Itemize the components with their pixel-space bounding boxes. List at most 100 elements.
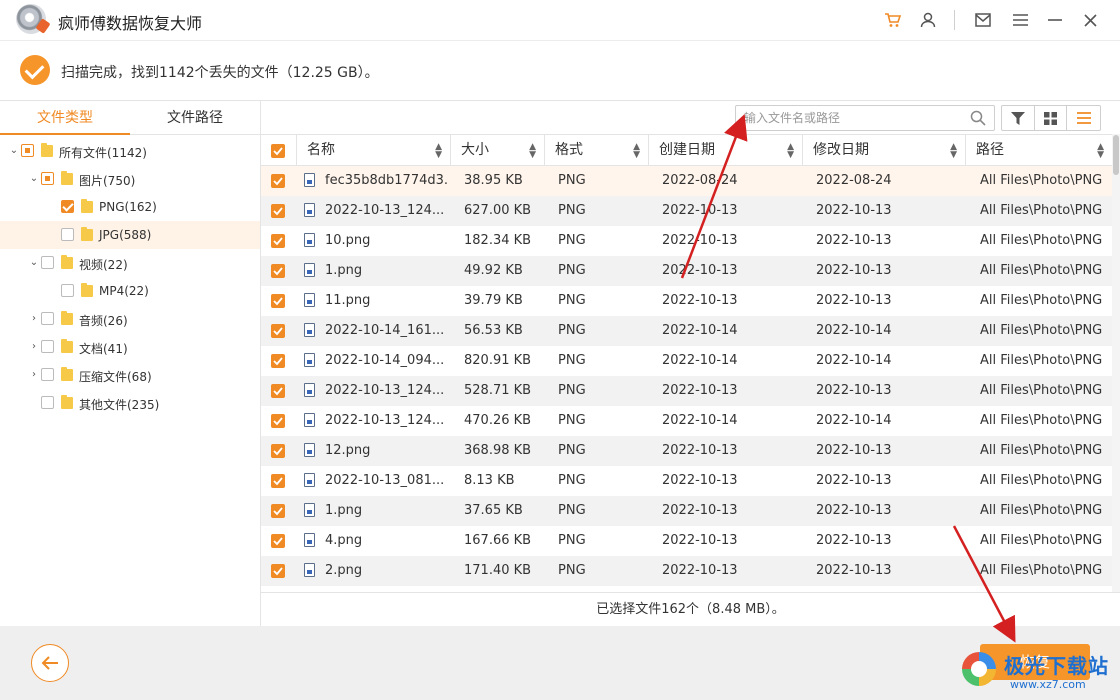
tree-item[interactable]: PNG(162) — [0, 193, 260, 221]
menu-icon[interactable] — [1010, 10, 1030, 30]
row-checkbox[interactable] — [271, 414, 285, 428]
tree-checkbox[interactable] — [41, 340, 54, 353]
chevron-down-icon[interactable]: ⌄ — [8, 145, 20, 157]
table-row[interactable]: 11.png 39.79 KB PNG 2022-10-13 2022-10-13 All… — [261, 286, 1112, 316]
tree-item[interactable]: 其他文件(235) — [0, 389, 260, 417]
table-row[interactable]: 2022-10-13_081... 8.13 KB PNG 2022-10-13 202… — [261, 466, 1112, 496]
cell-path: All Files\Photo\PNG — [980, 383, 1103, 398]
titlebar-divider — [954, 10, 955, 30]
column-header-size[interactable]: 大小 ▲ ▼ — [450, 135, 544, 166]
row-checkbox[interactable] — [271, 264, 285, 278]
table-row[interactable]: 10.png 182.34 KB PNG 2022-10-13 2022-10-13 Al… — [261, 226, 1112, 256]
search-icon[interactable] — [970, 110, 986, 130]
row-checkbox[interactable] — [271, 384, 285, 398]
user-icon[interactable] — [918, 10, 938, 30]
table-scrollbar-thumb[interactable] — [1113, 135, 1119, 175]
table-row[interactable]: 2.png 171.40 KB PNG 2022-10-13 2022-10-13 All… — [261, 556, 1112, 586]
column-header-created[interactable]: 创建日期 ▲ ▼ — [648, 135, 802, 166]
back-button[interactable] — [31, 644, 69, 682]
tree-item[interactable]: ⌄ 视频(22) — [0, 249, 260, 277]
cart-icon[interactable] — [883, 10, 903, 30]
row-checkbox[interactable] — [271, 474, 285, 488]
tree-checkbox[interactable] — [61, 284, 74, 297]
tree-checkbox[interactable] — [41, 172, 54, 185]
row-checkbox[interactable] — [271, 174, 285, 188]
table-row[interactable]: fec35b8db1774d3... 38.95 KB PNG 2022-08-24 2… — [261, 166, 1112, 196]
table-row[interactable]: 2022-10-14_094... 820.91 KB PNG 2022-10-14 2… — [261, 346, 1112, 376]
folder-icon — [81, 283, 93, 297]
tree-item-label: 音频(26) — [79, 314, 128, 328]
chevron-right-icon[interactable]: › — [28, 369, 40, 381]
row-checkbox[interactable] — [271, 204, 285, 218]
grid-view-icon[interactable] — [1035, 106, 1068, 130]
tree-item[interactable]: JPG(588) — [0, 221, 260, 249]
tree-checkbox[interactable] — [41, 396, 54, 409]
table-row[interactable]: 12.png 368.98 KB PNG 2022-10-13 2022-10-13 Al… — [261, 436, 1112, 466]
image-file-icon — [304, 443, 315, 457]
table-row[interactable]: 2022-10-13_124... 627.00 KB PNG 2022-10-13 2… — [261, 196, 1112, 226]
chevron-down-icon[interactable]: ⌄ — [28, 173, 40, 185]
image-file-icon — [304, 293, 315, 307]
tree-item[interactable]: MP4(22) — [0, 277, 260, 305]
cell-format: PNG — [558, 323, 586, 338]
cell-size: 37.65 KB — [464, 503, 523, 518]
chevron-right-icon[interactable]: › — [28, 341, 40, 353]
row-checkbox[interactable] — [271, 354, 285, 368]
row-checkbox[interactable] — [271, 444, 285, 458]
tree-item[interactable]: › 音频(26) — [0, 305, 260, 333]
tree-item[interactable]: › 文档(41) — [0, 333, 260, 361]
list-view-icon[interactable] — [1067, 106, 1100, 130]
cell-created-date: 2022-10-13 — [662, 263, 738, 278]
tree-item[interactable]: › 压缩文件(68) — [0, 361, 260, 389]
filter-icon[interactable] — [1002, 106, 1035, 130]
row-checkbox[interactable] — [271, 504, 285, 518]
cell-created-date: 2022-10-13 — [662, 563, 738, 578]
row-checkbox[interactable] — [271, 324, 285, 338]
table-row[interactable]: 1.png 37.65 KB PNG 2022-10-13 2022-10-13 All … — [261, 496, 1112, 526]
tree-checkbox[interactable] — [41, 368, 54, 381]
cell-name: 12.png — [325, 443, 371, 458]
selection-summary: 已选择文件162个（8.48 MB）。 — [261, 592, 1120, 626]
select-all-checkbox[interactable] — [271, 144, 285, 158]
close-icon[interactable] — [1080, 10, 1100, 30]
row-checkbox[interactable] — [271, 294, 285, 308]
table-scrollbar[interactable] — [1112, 134, 1120, 592]
column-header-modified[interactable]: 修改日期 ▲ ▼ — [802, 135, 965, 166]
tree-checkbox[interactable] — [61, 228, 74, 241]
row-checkbox[interactable] — [271, 534, 285, 548]
search-input[interactable] — [744, 109, 964, 127]
tree-checkbox[interactable] — [61, 200, 74, 213]
minimize-icon[interactable] — [1045, 10, 1065, 30]
table-row[interactable]: 2022-10-13_124... 528.71 KB PNG 2022-10-13 2… — [261, 376, 1112, 406]
row-checkbox[interactable] — [271, 234, 285, 248]
tree-item[interactable]: ⌄ 所有文件(1142) — [0, 137, 260, 165]
table-row[interactable]: 2022-10-14_161... 56.53 KB PNG 2022-10-14 20… — [261, 316, 1112, 346]
mail-icon[interactable] — [973, 10, 993, 30]
image-file-icon — [304, 203, 315, 217]
folder-icon — [81, 199, 93, 213]
tab-file-path[interactable]: 文件路径 — [130, 101, 260, 135]
cell-created-date: 2022-10-13 — [662, 233, 738, 248]
tab-file-type[interactable]: 文件类型 — [0, 101, 130, 135]
table-row[interactable]: 1.png 49.92 KB PNG 2022-10-13 2022-10-13 All … — [261, 256, 1112, 286]
table-row[interactable]: 2022-10-13_124... 470.26 KB PNG 2022-10-14 2… — [261, 406, 1112, 436]
folder-icon — [61, 367, 73, 381]
tree-checkbox[interactable] — [41, 312, 54, 325]
column-header-name[interactable]: 名称 ▲ ▼ — [296, 135, 450, 166]
tree-checkbox[interactable] — [21, 144, 34, 157]
app-logo-icon — [16, 4, 46, 34]
row-checkbox[interactable] — [271, 564, 285, 578]
chevron-right-icon[interactable]: › — [28, 313, 40, 325]
chevron-down-icon[interactable]: ⌄ — [28, 257, 40, 269]
tree-checkbox[interactable] — [41, 256, 54, 269]
cell-modified-date: 2022-10-13 — [816, 503, 892, 518]
image-file-icon — [304, 323, 315, 337]
cell-format: PNG — [558, 263, 586, 278]
cell-name: 1.png — [325, 263, 363, 278]
tree-item[interactable]: ⌄ 图片(750) — [0, 165, 260, 193]
column-header-format[interactable]: 格式 ▲ ▼ — [544, 135, 648, 166]
column-header-path[interactable]: 路径 ▲ ▼ — [965, 135, 1112, 166]
table-row[interactable]: 4.png 167.66 KB PNG 2022-10-13 2022-10-13 All… — [261, 526, 1112, 556]
title-bar: 疯师傅数据恢复大师 — [0, 0, 1120, 40]
cell-modified-date: 2022-10-13 — [816, 533, 892, 548]
